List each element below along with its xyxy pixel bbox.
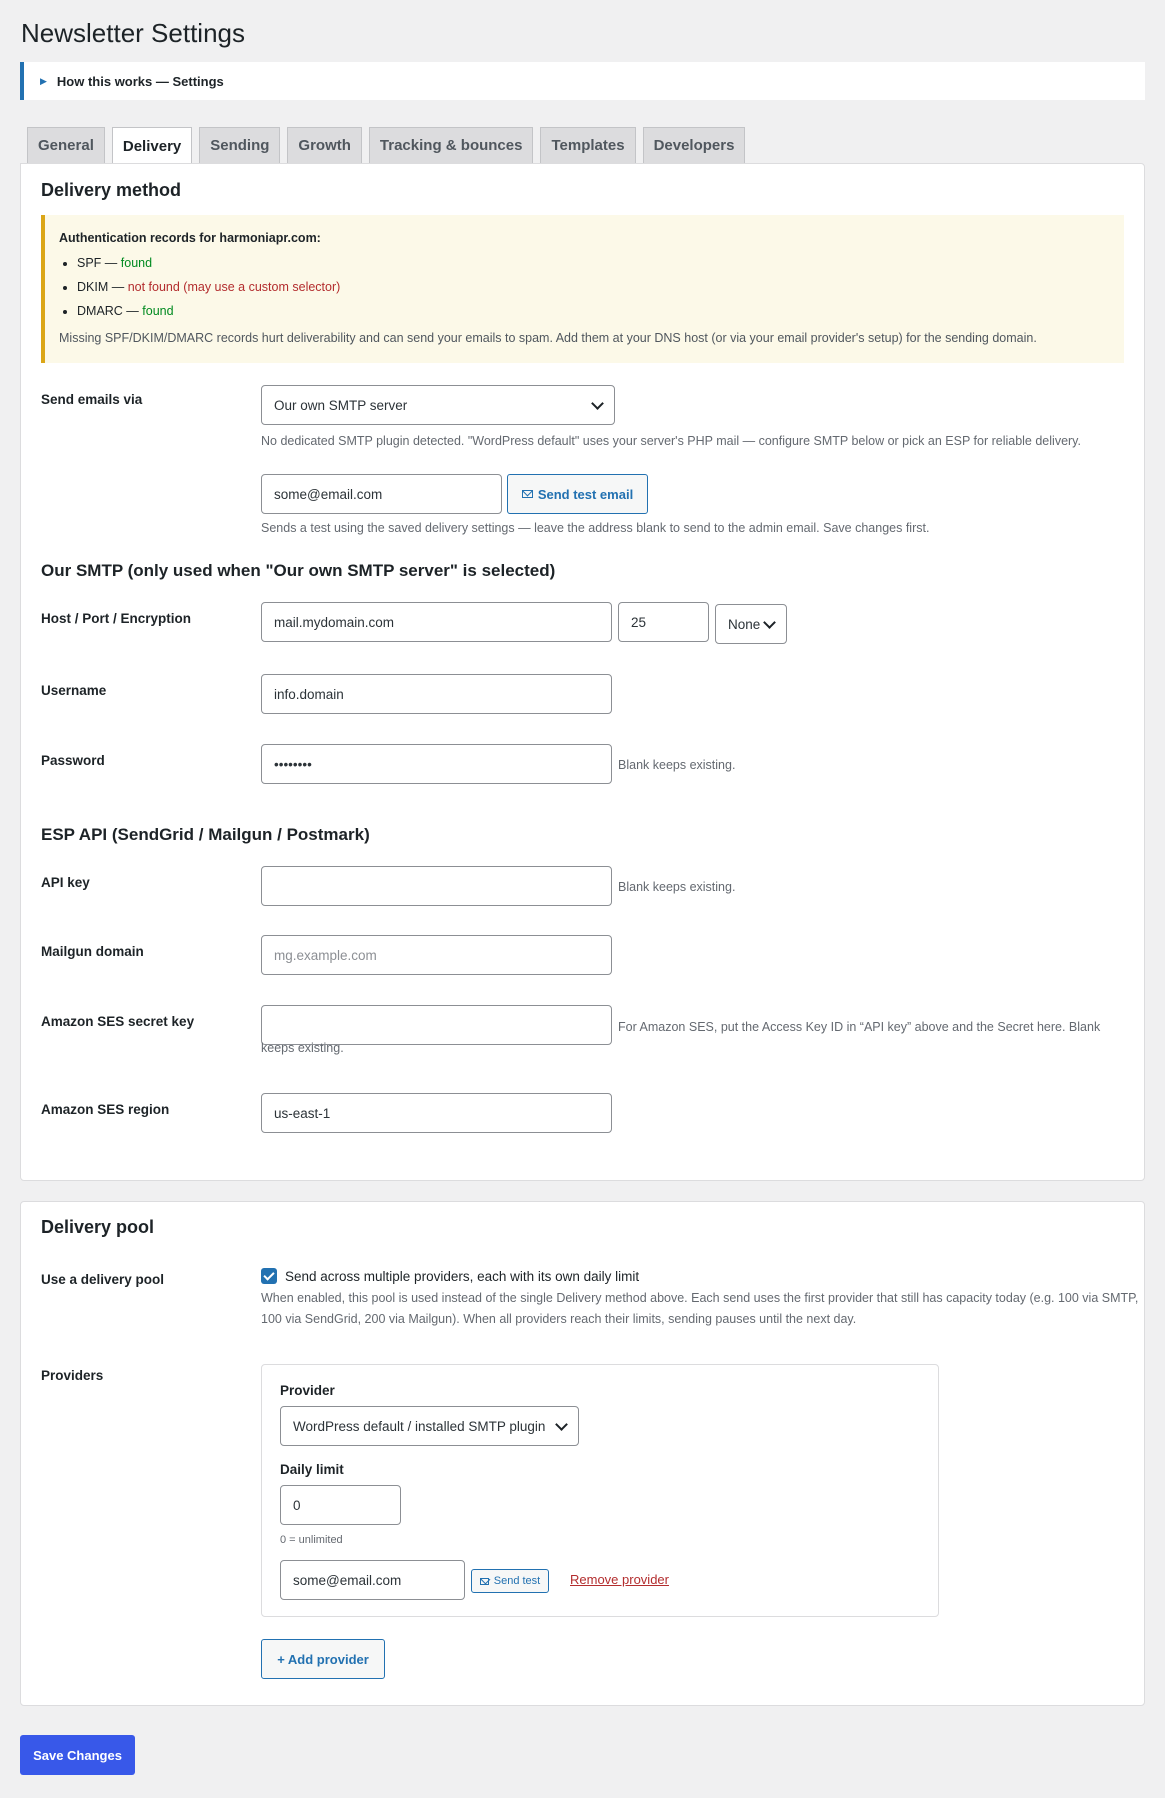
use-pool-checkbox-label: Send across multiple providers, each wit… bbox=[285, 1269, 640, 1284]
smtp-heading: Our SMTP (only used when "Our own SMTP s… bbox=[41, 561, 556, 580]
esp-heading: ESP API (SendGrid / Mailgun / Postmark) bbox=[41, 825, 370, 844]
smtp-username-input[interactable]: info.domain bbox=[261, 674, 612, 714]
tab-sending[interactable]: Sending bbox=[199, 127, 281, 163]
delivery-pool-card: Delivery pool Use a delivery pool Send a… bbox=[20, 1201, 1145, 1706]
settings-tabs: General Delivery Sending Growth Tracking… bbox=[20, 127, 1145, 164]
provider-select[interactable]: WordPress default / installed SMTP plugi… bbox=[280, 1406, 579, 1446]
notice-title: Authentication records for harmoniapr.co… bbox=[59, 231, 321, 245]
test-email-description: Sends a test using the saved delivery se… bbox=[261, 521, 930, 535]
api-key-label: API key bbox=[41, 875, 90, 890]
smtp-port-input[interactable]: 25 bbox=[618, 602, 709, 642]
tab-templates[interactable]: Templates bbox=[540, 127, 636, 163]
delivery-pool-heading: Delivery pool bbox=[41, 1217, 155, 1237]
provider-test-email-input[interactable]: some@email.com bbox=[280, 1560, 465, 1600]
ses-secret-hint: For Amazon SES, put the Access Key ID in… bbox=[261, 1020, 1101, 1055]
api-key-input[interactable] bbox=[261, 866, 612, 906]
envelope-icon bbox=[479, 1577, 489, 1585]
tab-delivery[interactable]: Delivery bbox=[111, 127, 193, 164]
tab-growth[interactable]: Growth bbox=[287, 127, 362, 163]
mailgun-domain-input[interactable]: mg.example.com bbox=[261, 935, 612, 975]
send-via-description: No dedicated SMTP plugin detected. "Word… bbox=[261, 434, 1081, 448]
page-title: Newsletter Settings bbox=[21, 18, 245, 48]
mailgun-domain-label: Mailgun domain bbox=[41, 944, 144, 959]
ses-secret-label: Amazon SES secret key bbox=[41, 1014, 195, 1029]
envelope-icon bbox=[521, 490, 533, 498]
spf-record: SPF — found bbox=[77, 251, 1110, 275]
provider-box: Provider WordPress default / installed S… bbox=[261, 1364, 939, 1617]
password-label: Password bbox=[41, 753, 105, 768]
username-label: Username bbox=[41, 683, 107, 698]
send-test-email-button[interactable]: Send test email bbox=[507, 474, 648, 514]
ses-region-label: Amazon SES region bbox=[41, 1102, 170, 1117]
daily-limit-label: Daily limit bbox=[280, 1462, 344, 1477]
remove-provider-link[interactable]: Remove provider bbox=[570, 1572, 669, 1587]
smtp-host-input[interactable]: mail.mydomain.com bbox=[261, 602, 612, 642]
auth-records-notice: Authentication records for harmoniapr.co… bbox=[41, 215, 1124, 363]
notice-footer: Missing SPF/DKIM/DMARC records hurt deli… bbox=[59, 331, 1037, 345]
delivery-method-heading: Delivery method bbox=[41, 180, 182, 200]
how-this-works-toggle[interactable]: ▶ How this works — Settings bbox=[20, 62, 1145, 100]
send-via-label: Send emails via bbox=[41, 392, 143, 407]
ses-region-input[interactable]: us-east-1 bbox=[261, 1093, 612, 1133]
save-changes-button[interactable]: Save Changes bbox=[20, 1735, 135, 1775]
password-hint: Blank keeps existing. bbox=[618, 758, 736, 772]
daily-limit-input[interactable]: 0 bbox=[280, 1485, 401, 1525]
smtp-password-input[interactable]: •••••••• bbox=[261, 744, 612, 784]
daily-limit-hint: 0 = unlimited bbox=[280, 1534, 343, 1546]
use-pool-description: When enabled, this pool is used instead … bbox=[261, 1291, 1139, 1326]
tab-general[interactable]: General bbox=[27, 127, 105, 163]
dmarc-status: found bbox=[142, 304, 174, 318]
providers-label: Providers bbox=[41, 1368, 104, 1383]
add-provider-button[interactable]: + Add provider bbox=[261, 1639, 385, 1679]
send-via-select[interactable]: Our own SMTP server bbox=[261, 385, 615, 425]
delivery-method-card: Delivery method Authentication records f… bbox=[20, 163, 1145, 1181]
tab-tracking-bounces[interactable]: Tracking & bounces bbox=[368, 127, 534, 163]
caret-right-icon: ▶ bbox=[40, 75, 47, 86]
how-this-works-label: How this works — Settings bbox=[56, 73, 224, 89]
use-pool-checkbox[interactable] bbox=[261, 1268, 277, 1284]
tab-developers[interactable]: Developers bbox=[642, 127, 746, 163]
test-email-input[interactable]: some@email.com bbox=[261, 474, 502, 514]
smtp-encryption-select[interactable]: None bbox=[715, 604, 787, 644]
spf-status: found bbox=[120, 256, 153, 270]
dkim-status: not found (may use a custom selector) bbox=[127, 280, 341, 294]
use-pool-label: Use a delivery pool bbox=[41, 1272, 165, 1287]
provider-field-label: Provider bbox=[280, 1383, 335, 1398]
api-key-hint: Blank keeps existing. bbox=[618, 880, 736, 894]
dmarc-record: DMARC — found bbox=[77, 299, 1110, 323]
provider-send-test-button[interactable]: Send test bbox=[471, 1569, 549, 1593]
host-label: Host / Port / Encryption bbox=[41, 611, 192, 626]
dkim-record: DKIM — not found (may use a custom selec… bbox=[77, 275, 1110, 299]
